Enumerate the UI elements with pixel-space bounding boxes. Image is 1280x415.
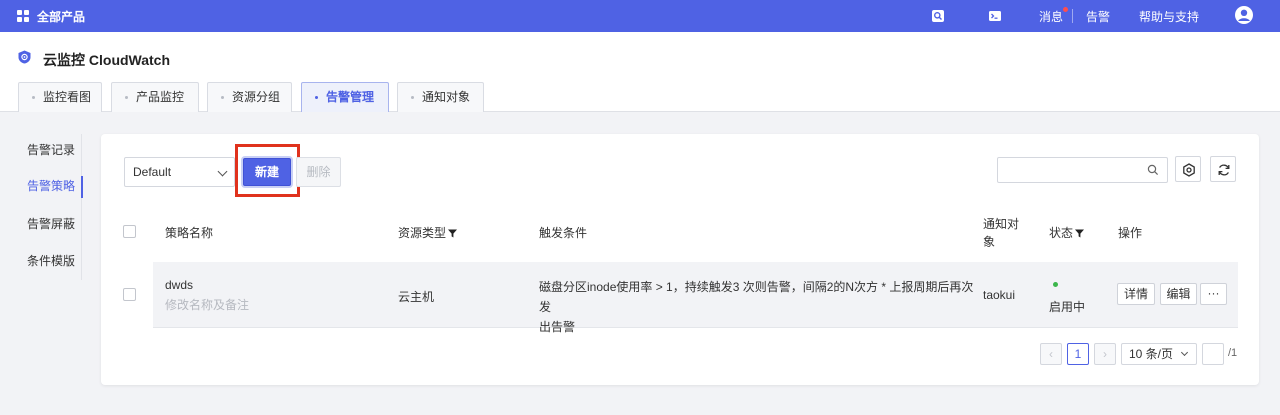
tab-resource-groups[interactable]: 资源分组 — [207, 82, 292, 112]
row-checkbox[interactable] — [123, 288, 136, 301]
resource-type-cell: 云主机 — [398, 290, 435, 304]
tab-label: 监控看图 — [43, 90, 92, 104]
messages-link[interactable]: 消息 — [1039, 7, 1069, 25]
status-dot — [1053, 282, 1058, 287]
column-header-status[interactable]: 状态 — [1049, 224, 1085, 241]
terminal-icon[interactable] — [988, 9, 1002, 23]
detail-button[interactable]: 详情 — [1117, 283, 1155, 305]
tab-bullet — [411, 96, 414, 99]
tab-notify-targets[interactable]: 通知对象 — [397, 82, 484, 112]
group-select-value: Default — [133, 165, 172, 179]
chevron-down-icon — [217, 166, 228, 177]
column-header-label: 通知对 — [983, 217, 1020, 231]
page-header: 云监控 CloudWatch 监控看图 产品监控 资源分组 告警管理 通知对象 — [0, 32, 1280, 112]
search-icon[interactable] — [931, 9, 945, 23]
tab-bullet — [315, 96, 318, 99]
user-avatar-icon[interactable] — [1234, 5, 1254, 25]
column-header-label: 状态 — [1049, 226, 1074, 240]
sidebar-item-alert-records[interactable]: 告警记录 — [0, 134, 84, 166]
gear-icon — [1183, 163, 1195, 177]
policy-name[interactable]: dwds — [165, 278, 193, 292]
column-header-notify: 通知对 象 — [983, 215, 1019, 251]
help-support-link[interactable]: 帮助与支持 — [1139, 8, 1199, 25]
trigger-condition-text: 出告警 — [539, 320, 576, 334]
sidebar-item-label: 条件模版 — [27, 254, 76, 268]
delete-button[interactable]: 删除 — [296, 157, 341, 187]
search-box — [997, 157, 1168, 183]
tab-label: 产品监控 — [136, 90, 185, 104]
trigger-condition-cell: 磁盘分区inode使用率 > 1，持续触发3 次则告警，间隔2的N次方 * 上报… — [539, 277, 979, 337]
tab-bullet — [32, 96, 35, 99]
tab-label: 资源分组 — [232, 90, 281, 104]
more-actions-button[interactable]: ··· — [1200, 283, 1227, 305]
alerts-link[interactable]: 告警 — [1086, 8, 1110, 25]
refresh-button[interactable] — [1210, 156, 1236, 182]
settings-button[interactable] — [1175, 156, 1201, 182]
sidebar-item-alert-policies[interactable]: 告警策略 — [0, 170, 84, 202]
group-select[interactable]: Default — [124, 157, 235, 187]
next-page-button[interactable]: › — [1094, 343, 1116, 365]
page-size-select[interactable]: 10 条/页 — [1121, 343, 1197, 365]
tab-monitor-charts[interactable]: 监控看图 — [18, 82, 102, 112]
unread-dot — [1063, 7, 1069, 12]
edit-remark-link[interactable]: 修改名称及备注 — [165, 296, 249, 313]
all-products-link[interactable]: 全部产品 — [37, 8, 85, 25]
page-title: 云监控 CloudWatch — [43, 52, 171, 68]
refresh-icon — [1218, 164, 1230, 176]
column-header-trigger: 触发条件 — [539, 226, 588, 240]
column-header-actions: 操作 — [1118, 226, 1143, 240]
filter-icon[interactable] — [1075, 229, 1085, 238]
divider — [1072, 9, 1073, 23]
page-1-button[interactable]: 1 — [1067, 343, 1089, 365]
status-badge: 启用中 — [1049, 300, 1086, 314]
tab-product-monitor[interactable]: 产品监控 — [111, 82, 199, 112]
sidebar-item-label: 告警屏蔽 — [27, 217, 76, 231]
grid-icon[interactable] — [17, 10, 29, 22]
tab-bullet — [125, 96, 128, 99]
page-size-value: 10 条/页 — [1129, 347, 1174, 361]
tab-label: 通知对象 — [422, 90, 471, 104]
tab-alert-management[interactable]: 告警管理 — [301, 82, 389, 112]
total-pages: /1 — [1228, 347, 1238, 359]
notify-target-cell: taokui — [983, 288, 1016, 302]
top-nav-bar: 全部产品 消息 告警 帮助与支持 — [0, 0, 1280, 32]
filter-icon[interactable] — [448, 229, 458, 238]
new-button[interactable]: 新建 — [243, 158, 291, 186]
sidebar-item-label: 告警记录 — [27, 143, 76, 157]
sidebar-item-alert-mute[interactable]: 告警屏蔽 — [0, 208, 84, 240]
search-input[interactable] — [998, 158, 1138, 182]
select-all-checkbox[interactable] — [123, 225, 136, 238]
search-icon[interactable] — [1147, 164, 1159, 176]
sidebar-item-condition-templates[interactable]: 条件模版 — [0, 245, 84, 277]
page-jump-input[interactable] — [1202, 343, 1224, 365]
trigger-condition-text: 磁盘分区inode使用率 > 1，持续触发3 次则告警，间隔2的N次方 * 上报… — [539, 280, 974, 314]
column-header-label: 象 — [983, 235, 996, 249]
prev-page-button[interactable]: ‹ — [1040, 343, 1062, 365]
column-header-name: 策略名称 — [165, 226, 214, 240]
messages-label: 消息 — [1039, 10, 1064, 24]
sidebar-item-label: 告警策略 — [27, 179, 76, 193]
policy-card: Default 新建 删除 策略名称 资源类型 触发条件 通知对 象 状态 操作… — [101, 134, 1259, 385]
tab-bullet — [221, 96, 224, 99]
edit-button[interactable]: 编辑 — [1160, 283, 1197, 305]
cloudwatch-logo-icon — [18, 50, 31, 64]
chevron-down-icon — [1180, 348, 1189, 357]
column-header-resource-type[interactable]: 资源类型 — [398, 224, 458, 241]
tab-label: 告警管理 — [326, 90, 375, 104]
column-header-label: 资源类型 — [398, 226, 447, 240]
